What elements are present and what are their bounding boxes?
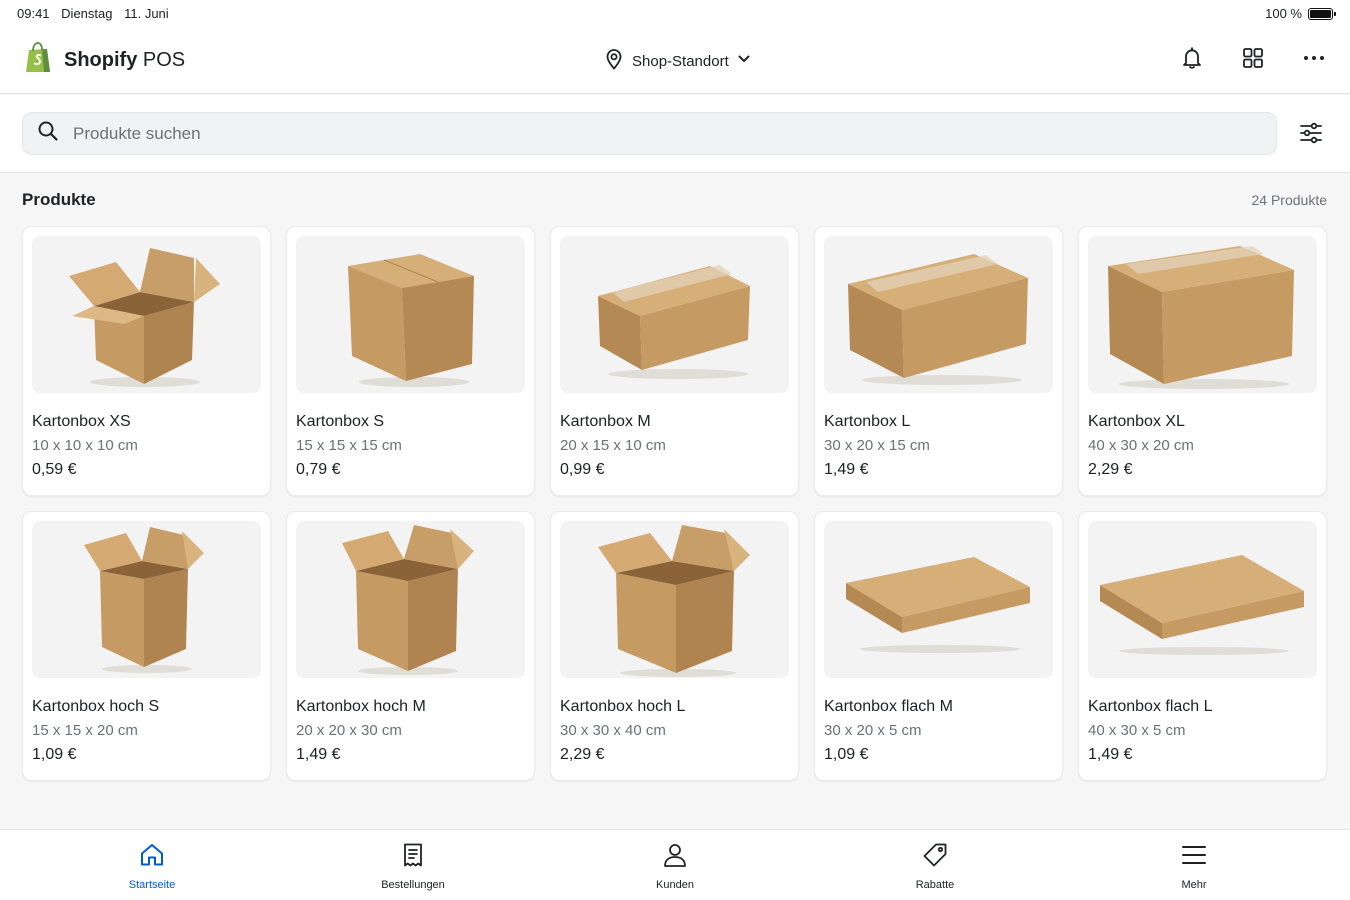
product-grid: Kartonbox XS 10 x 10 x 10 cm 0,59 € Kart… [22,226,1328,781]
product-dimensions: 10 x 10 x 10 cm [32,437,138,454]
product-image [1088,236,1317,393]
app-header: Shopify POS Shop-Standort [0,28,1350,94]
status-left: 09:41 Dienstag 11. Juni [17,6,177,21]
product-image [560,236,789,393]
grid-icon [1241,46,1265,75]
product-name: Kartonbox L [824,413,911,430]
search-row [0,95,1350,173]
product-name: Kartonbox flach M [824,698,953,715]
tab-label: Bestellungen [381,879,445,891]
home-icon [139,842,165,871]
status-date: 11. Juni [124,6,169,21]
product-dimensions: 20 x 20 x 30 cm [296,722,402,739]
location-selector[interactable]: Shop-Standort [604,48,751,74]
apps-button[interactable] [1239,46,1267,74]
product-image [32,236,261,393]
product-card[interactable]: Kartonbox hoch S 15 x 15 x 20 cm 1,09 € [22,511,271,781]
shopify-bag-icon [24,42,52,79]
notifications-button[interactable] [1178,46,1206,74]
search-box[interactable] [22,112,1277,155]
product-image [824,236,1053,393]
tab-label: Kunden [656,879,694,891]
product-name: Kartonbox XS [32,413,131,430]
product-name: Kartonbox M [560,413,651,430]
filter-button[interactable] [1297,121,1325,149]
status-day: Dienstag [61,6,113,21]
product-dimensions: 30 x 30 x 40 cm [560,722,666,739]
product-card[interactable]: Kartonbox XS 10 x 10 x 10 cm 0,59 € [22,226,271,496]
product-name: Kartonbox XL [1088,413,1185,430]
product-dimensions: 15 x 15 x 15 cm [296,437,402,454]
product-price: 0,99 € [560,461,605,478]
product-card[interactable]: Kartonbox XL 40 x 30 x 20 cm 2,29 € [1078,226,1327,496]
tab-label: Startseite [128,879,176,891]
product-price: 1,49 € [296,746,341,763]
location-label: Shop-Standort [632,52,729,70]
more-horizontal-icon [1302,46,1326,75]
product-card[interactable]: Kartonbox flach M 30 x 20 x 5 cm 1,09 € [814,511,1063,781]
product-card[interactable]: Kartonbox hoch L 30 x 30 x 40 cm 2,29 € [550,511,799,781]
bell-icon [1180,46,1204,75]
product-dimensions: 40 x 30 x 5 cm [1088,722,1186,739]
product-image [32,521,261,678]
status-bar: 09:41 Dienstag 11. Juni 100 % [0,0,1350,28]
tag-icon [922,842,948,871]
status-time: 09:41 [17,6,50,21]
tab-label: Mehr [1181,879,1207,891]
chevron-down-icon [737,52,751,70]
product-name: Kartonbox hoch S [32,698,160,715]
product-price: 0,59 € [32,461,77,478]
product-price: 1,09 € [824,746,869,763]
product-image [296,236,525,393]
product-price: 0,79 € [296,461,341,478]
tab-kunden[interactable]: Kunden [615,842,735,891]
tab-bestellungen[interactable]: Bestellungen [353,842,473,891]
product-price: 2,29 € [560,746,605,763]
receipt-icon [400,842,426,871]
product-name: Kartonbox hoch M [296,698,426,715]
more-options-button[interactable] [1300,46,1328,74]
product-image [1088,521,1317,678]
tab-rabatte[interactable]: Rabatte [875,842,995,891]
product-price: 2,29 € [1088,461,1133,478]
status-right: 100 % [1265,6,1336,21]
search-icon [37,120,59,147]
product-card[interactable]: Kartonbox S 15 x 15 x 15 cm 0,79 € [286,226,535,496]
person-icon [662,842,688,871]
product-card[interactable]: Kartonbox L 30 x 20 x 15 cm 1,49 € [814,226,1063,496]
bottom-tab-bar: Startseite Bestellungen Kunden Rabatte M… [0,829,1350,900]
product-price: 1,09 € [32,746,77,763]
product-dimensions: 20 x 15 x 10 cm [560,437,666,454]
tab-mehr[interactable]: Mehr [1134,842,1254,891]
brand-name: Shopify POS [64,49,186,71]
product-card[interactable]: Kartonbox hoch M 20 x 20 x 30 cm 1,49 € [286,511,535,781]
product-name: Kartonbox hoch L [560,698,686,715]
location-pin-icon [604,48,624,74]
product-name: Kartonbox flach L [1088,698,1213,715]
products-count: 24 Produkte [1251,192,1328,208]
tab-label: Rabatte [915,879,955,891]
filter-sliders-icon [1299,121,1323,150]
menu-icon [1181,842,1207,871]
brand: Shopify POS [24,42,185,79]
product-image [560,521,789,678]
product-name: Kartonbox S [296,413,385,430]
products-section-title: Produkte [22,190,96,209]
product-dimensions: 30 x 20 x 15 cm [824,437,930,454]
product-card[interactable]: Kartonbox flach L 40 x 30 x 5 cm 1,49 € [1078,511,1327,781]
product-price: 1,49 € [824,461,869,478]
search-input[interactable] [73,123,1223,144]
product-image [296,521,525,678]
product-price: 1,49 € [1088,746,1133,763]
product-image [824,521,1053,678]
product-dimensions: 15 x 15 x 20 cm [32,722,138,739]
tab-startseite[interactable]: Startseite [92,842,212,891]
product-card[interactable]: Kartonbox M 20 x 15 x 10 cm 0,99 € [550,226,799,496]
battery-percent: 100 % [1265,6,1302,21]
product-dimensions: 30 x 20 x 5 cm [824,722,922,739]
product-dimensions: 40 x 30 x 20 cm [1088,437,1194,454]
battery-icon [1308,7,1336,20]
